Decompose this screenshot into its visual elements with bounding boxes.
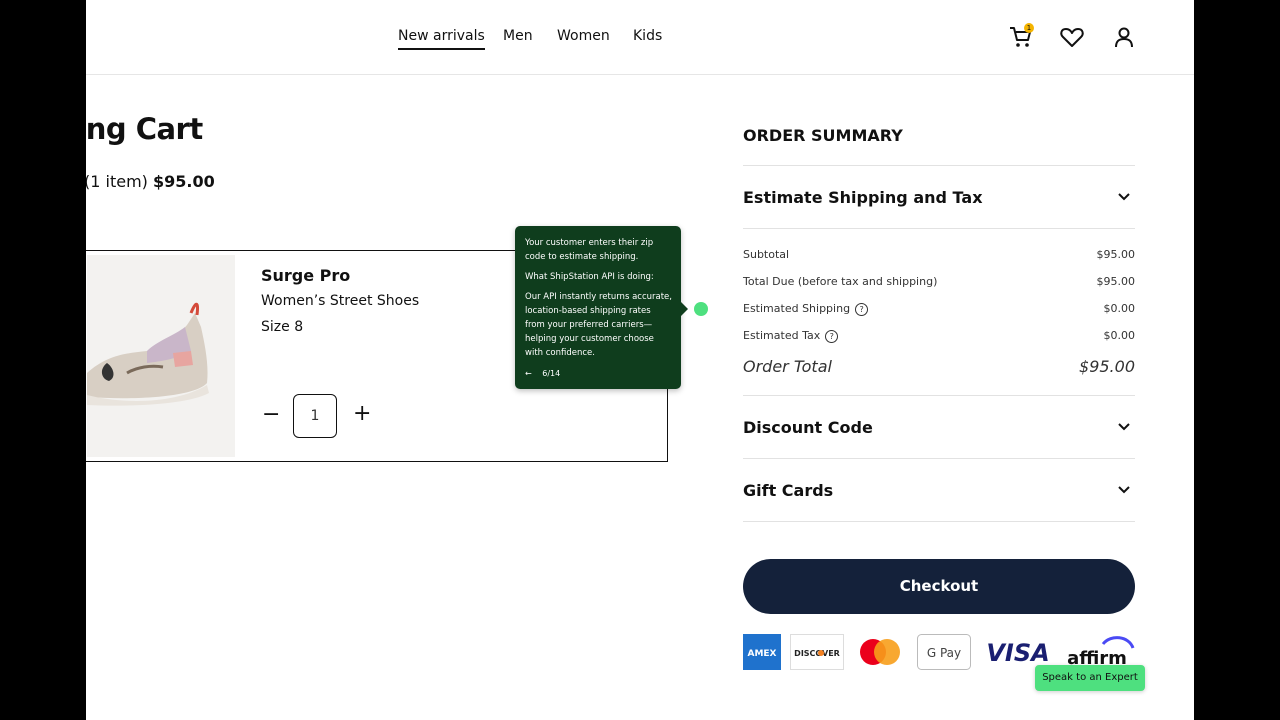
quantity-increase-button[interactable]: + — [353, 401, 371, 426]
total-due-value: $95.00 — [1096, 275, 1136, 288]
user-icon — [1115, 27, 1133, 48]
tour-hotspot[interactable] — [694, 302, 708, 316]
cart-button[interactable]: 1 — [1008, 23, 1034, 50]
quantity-input[interactable]: 1 — [293, 394, 337, 438]
tour-text-intro: Your customer enters their zip code to e… — [525, 238, 654, 262]
tour-pager: ← 6/14 — [525, 367, 560, 381]
cart-item-count: (1 item) $95.00 — [86, 172, 215, 191]
google-pay-logo: G Pay — [917, 634, 971, 670]
chevron-down-icon[interactable] — [1117, 420, 1131, 434]
product-image — [87, 255, 235, 457]
nav-new-arrivals[interactable]: New arrivals — [398, 28, 485, 50]
account-button[interactable] — [1111, 24, 1137, 50]
tour-text-body: Our API instantly returns accurate, loca… — [525, 292, 672, 358]
nav-kids[interactable]: Kids — [633, 28, 662, 44]
divider — [743, 395, 1135, 396]
page-title: ping Cart — [86, 112, 203, 146]
wishlist-button[interactable] — [1059, 24, 1085, 50]
order-total-label: Order Total — [743, 357, 832, 376]
tour-back-button[interactable]: ← — [525, 369, 532, 378]
discover-logo: DISCOVER — [790, 634, 844, 670]
google-pay-logo-text: G Pay — [927, 646, 961, 660]
quantity-decrease-button[interactable]: − — [262, 402, 280, 427]
estimated-tax-label: Estimated Tax — [743, 329, 821, 342]
cart-count-total: $95.00 — [153, 172, 215, 191]
amex-logo: AMEX — [743, 634, 781, 670]
chevron-down-icon[interactable] — [1117, 190, 1131, 204]
tour-text-heading: What ShipStation API is doing: — [525, 272, 654, 282]
order-summary-title: ORDER SUMMARY — [743, 126, 903, 145]
discover-logo-text: DISCOVER — [794, 649, 840, 658]
gift-cards-toggle[interactable]: Gift Cards — [743, 481, 833, 500]
product-category: Women’s Street Shoes — [261, 293, 420, 309]
divider — [743, 165, 1135, 166]
divider — [743, 228, 1135, 229]
guided-tour-tooltip: Your customer enters their zip code to e… — [515, 226, 688, 389]
nav-men[interactable]: Men — [503, 28, 533, 44]
speak-to-expert-button[interactable]: Speak to an Expert — [1035, 665, 1145, 691]
visa-logo-text: VISA — [986, 639, 1049, 667]
tour-step-counter: 6/14 — [542, 369, 561, 378]
estimated-shipping-value: $0.00 — [1103, 302, 1136, 315]
cart-count-badge: 1 — [1024, 23, 1034, 33]
amex-logo-text: AMEX — [747, 649, 776, 659]
page-frame: New arrivals Men Women Kids 1 ping Car — [86, 0, 1194, 720]
checkout-button[interactable]: Checkout — [743, 559, 1135, 614]
subtotal-value: $95.00 — [1096, 248, 1136, 261]
chevron-down-icon[interactable] — [1117, 483, 1131, 497]
mastercard-logo — [860, 639, 900, 665]
total-due-label: Total Due (before tax and shipping) — [743, 275, 938, 288]
estimate-shipping-toggle[interactable]: Estimate Shipping and Tax — [743, 188, 983, 207]
subtotal-label: Subtotal — [743, 248, 790, 261]
order-total-value: $95.00 — [1079, 357, 1135, 376]
heart-icon — [1060, 28, 1084, 47]
tour-pointer — [681, 302, 688, 316]
product-size: Size 8 — [261, 319, 304, 335]
nav-women[interactable]: Women — [557, 28, 610, 44]
estimated-tax-value: $0.00 — [1103, 329, 1136, 342]
top-navigation: New arrivals Men Women Kids 1 — [86, 0, 1194, 75]
help-icon[interactable]: ? — [825, 329, 839, 343]
help-icon[interactable]: ? — [855, 302, 869, 316]
product-name[interactable]: Surge Pro — [261, 266, 350, 285]
cart-count-label: (1 item) — [86, 172, 148, 191]
discount-code-toggle[interactable]: Discount Code — [743, 418, 873, 437]
divider — [743, 458, 1135, 459]
divider — [743, 521, 1135, 522]
estimated-shipping-label: Estimated Shipping — [743, 302, 851, 315]
